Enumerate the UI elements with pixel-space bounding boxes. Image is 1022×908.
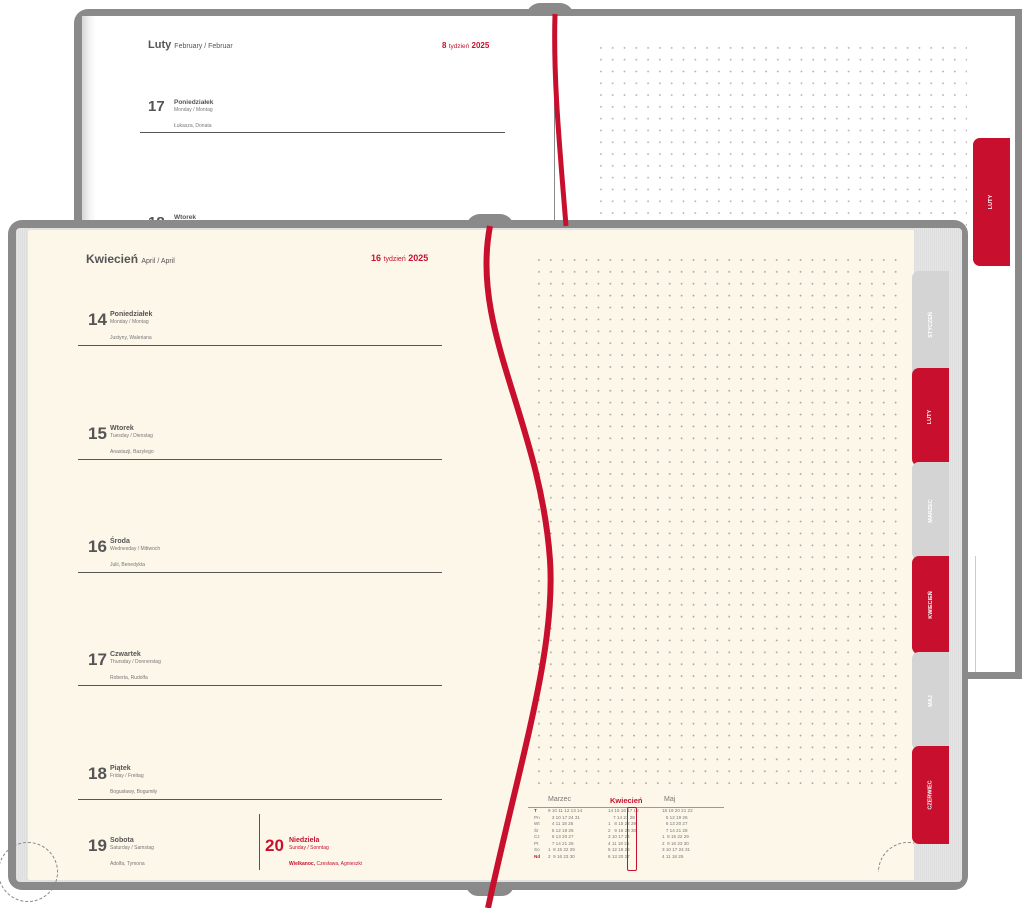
ribbon-bookmarks — [483, 13, 569, 908]
front-ribbon — [483, 225, 554, 908]
back-ribbon — [552, 13, 569, 227]
